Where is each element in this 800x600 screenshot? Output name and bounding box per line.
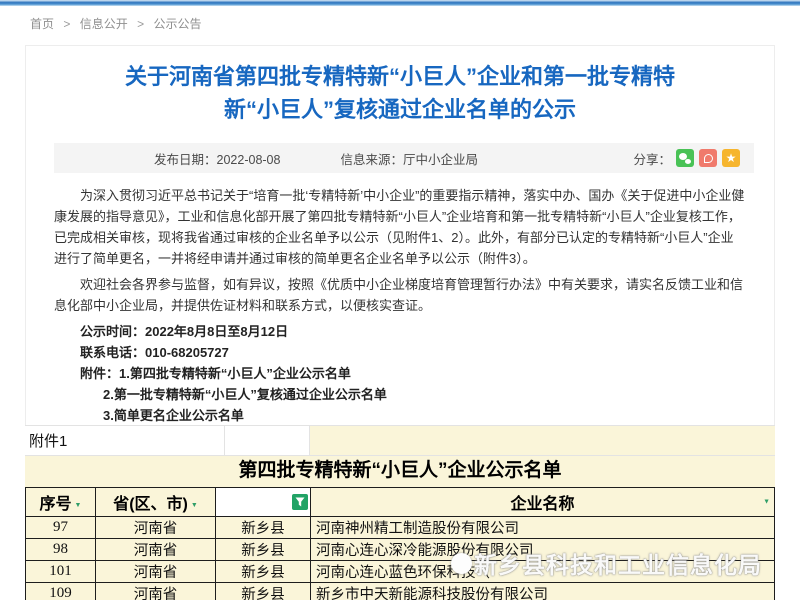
attachment1-cell-label: 附件1 (25, 426, 225, 455)
filter-applied-icon (292, 494, 308, 510)
notice-time-line: 公示时间：2022年8月8日至8月12日 (54, 321, 746, 342)
table-row: 97 河南省 新乡县 河南神州精工制造股份有限公司 (26, 517, 775, 539)
cell-city: 新乡县 (216, 539, 311, 561)
publish-date: 发布日期：2022-08-08 (154, 149, 280, 168)
qzone-star-share-icon[interactable]: ★ (722, 149, 740, 167)
breadcrumb-separator: > (137, 17, 144, 31)
sheet-yellow-cell (310, 426, 775, 455)
contact-phone-line: 联系电话：010-68205727 (54, 342, 746, 363)
share-label: 分享： (633, 149, 671, 168)
cell-company: 新乡市中天新能源科技股份有限公司 (311, 583, 775, 600)
page-title: 关于河南省第四批专精特新“小巨人”企业和第一批专精特 新“小巨人”复核通过企业名… (26, 60, 774, 126)
cell-city: 新乡县 (216, 583, 311, 600)
cell-index: 97 (26, 517, 96, 539)
weibo-share-icon[interactable] (699, 149, 717, 167)
page: 首页 > 信息公开 > 公示公告 关于河南省第四批专精特新“小巨人”企业和第一批… (0, 0, 800, 600)
paragraph: 欢迎社会各界参与监督，如有异议，按照《优质中小企业梯度培育管理暂行办法》中有关要… (54, 274, 746, 316)
sheet-top-row: 附件1 (25, 425, 775, 456)
filter-dropdown-icon: ▼ (191, 502, 198, 509)
top-nav-bottom-strip (0, 0, 800, 6)
table-header-row: 序号▼ 省(区、市)▼ 企业名称▼ (26, 488, 775, 517)
breadcrumb-info-disclosure[interactable]: 信息公开 (80, 17, 128, 31)
attachment1-sheet-image: 附件1 第四批专精特新“小巨人”企业公示名单 序号▼ 省(区、市)▼ 企业名称▼… (25, 425, 775, 600)
cell-index: 101 (26, 561, 96, 583)
filter-dropdown-icon: ▼ (75, 502, 82, 509)
enterprise-table: 序号▼ 省(区、市)▼ 企业名称▼ 97 河南省 新乡县 河南神州精工制造股份有… (25, 487, 775, 600)
cell-company: 河南心连心蓝色环保科技（ (311, 561, 775, 583)
breadcrumb-public-notice[interactable]: 公示公告 (153, 17, 201, 31)
cell-index: 109 (26, 583, 96, 600)
cell-index: 98 (26, 539, 96, 561)
article-body: 为深入贯彻习近平总书记关于“培育一批‘专精特新’中小企业”的重要指示精神，落实中… (54, 185, 746, 448)
breadcrumb-separator: > (63, 17, 70, 31)
table-row: 98 河南省 新乡县 河南心连心深冷能源股份有限公司 (26, 539, 775, 561)
article-meta-bar: 发布日期：2022-08-08 信息来源：厅中小企业局 分享： ★ (54, 143, 754, 173)
breadcrumb-home[interactable]: 首页 (30, 17, 54, 31)
cell-city: 新乡县 (216, 517, 311, 539)
share-bar: 分享： ★ (633, 149, 740, 168)
cell-company: 河南心连心深冷能源股份有限公司 (311, 539, 775, 561)
col-header-company: 企业名称▼ (311, 488, 775, 517)
attachment-line-3: 3.简单更名企业公示名单 (54, 405, 746, 426)
page-title-line1: 关于河南省第四批专精特新“小巨人”企业和第一批专精特 (26, 60, 774, 93)
table-row: 109 河南省 新乡县 新乡市中天新能源科技股份有限公司 (26, 583, 775, 600)
cell-province: 河南省 (96, 561, 216, 583)
cell-city: 新乡县 (216, 561, 311, 583)
filter-dropdown-icon: ▼ (763, 499, 770, 506)
cell-company: 河南神州精工制造股份有限公司 (311, 517, 775, 539)
sheet-table-title: 第四批专精特新“小巨人”企业公示名单 (25, 456, 775, 487)
cell-province: 河南省 (96, 517, 216, 539)
breadcrumb: 首页 > 信息公开 > 公示公告 (30, 15, 201, 32)
attachment-line-2: 2.第一批专精特新“小巨人”复核通过企业公示名单 (54, 384, 746, 405)
wechat-share-icon[interactable] (676, 149, 694, 167)
cell-province: 河南省 (96, 583, 216, 600)
sheet-empty-cell (225, 426, 310, 455)
col-header-province: 省(区、市)▼ (96, 488, 216, 517)
paragraph: 为深入贯彻习近平总书记关于“培育一批‘专精特新’中小企业”的重要指示精神，落实中… (54, 185, 746, 269)
page-title-line2: 新“小巨人”复核通过企业名单的公示 (26, 93, 774, 126)
table-row: 101 河南省 新乡县 河南心连心蓝色环保科技（ (26, 561, 775, 583)
col-header-city-filtered (216, 488, 311, 517)
cell-province: 河南省 (96, 539, 216, 561)
info-source: 信息来源：厅中小企业局 (340, 149, 478, 168)
attachment-line-1: 附件：1.第四批专精特新“小巨人”企业公示名单 (54, 363, 746, 384)
col-header-index: 序号▼ (26, 488, 96, 517)
